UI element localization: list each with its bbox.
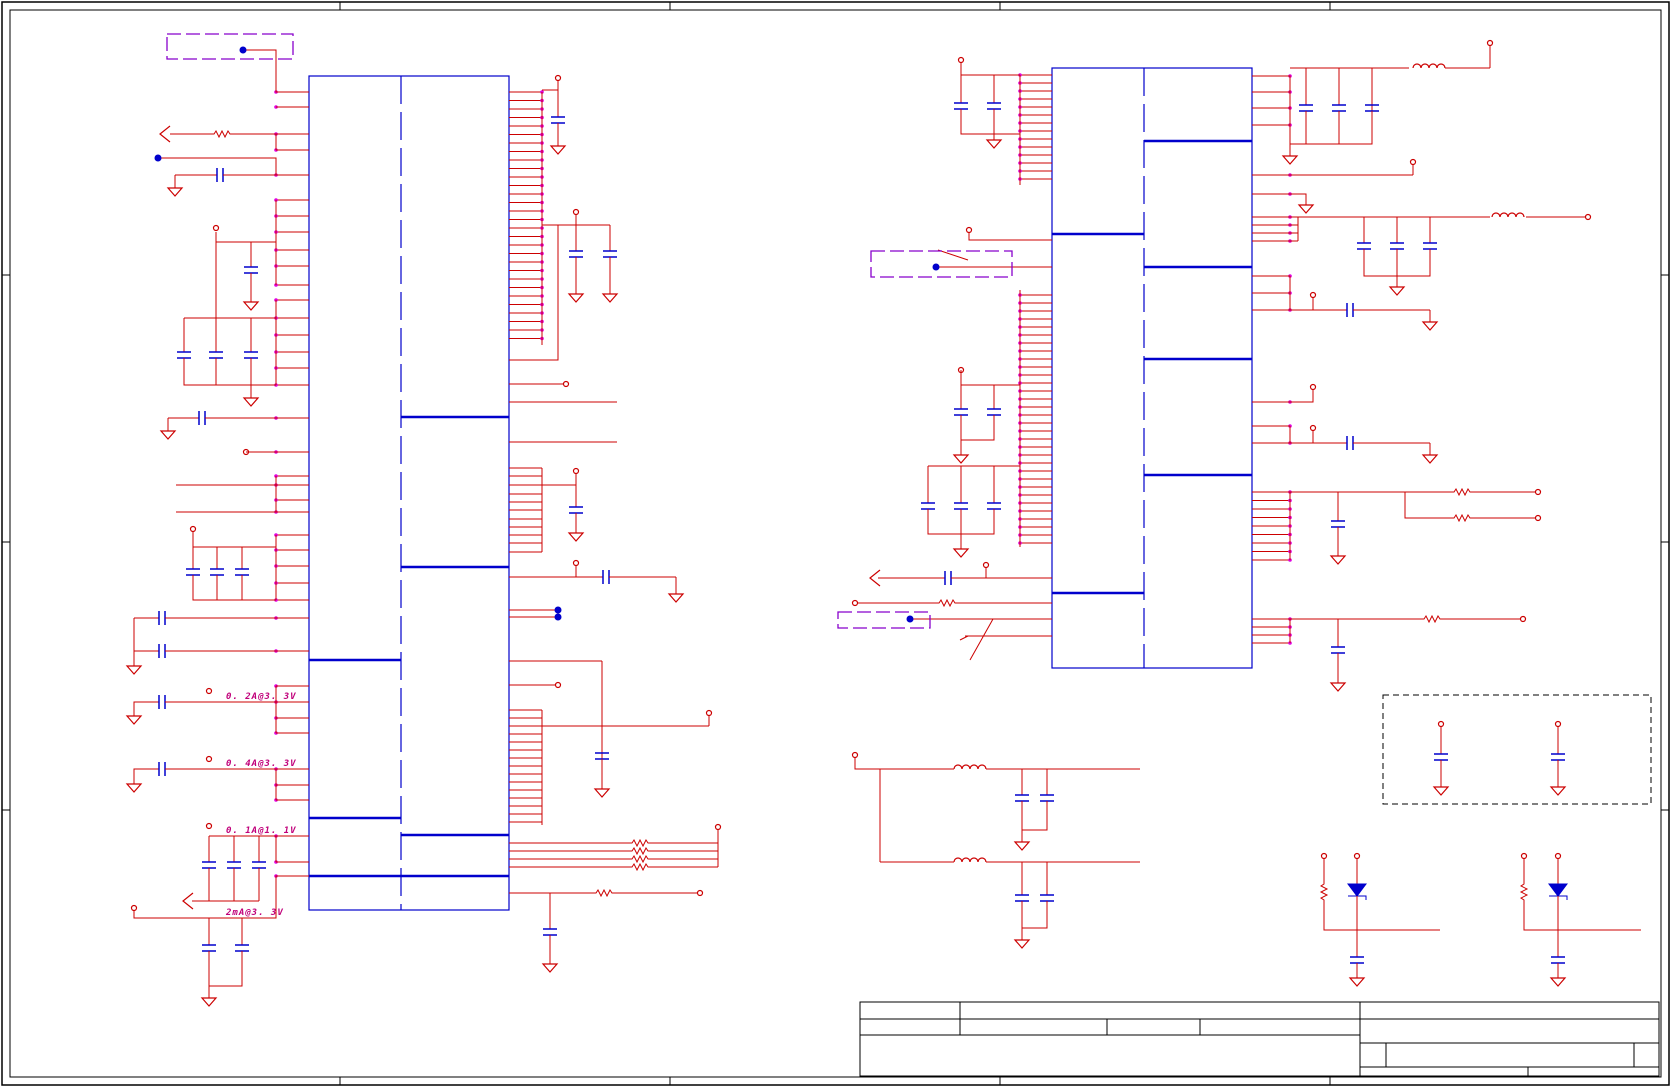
diode-icon (1347, 883, 1367, 897)
left-components (126, 33, 294, 1007)
right-ic-right-wiring (1252, 45, 1585, 677)
right-ic-pins-left (1018, 73, 1052, 545)
diode-circuit-a (1320, 852, 1440, 987)
current-note-d: 2mA@3. 3V (225, 908, 284, 918)
right-ic-left-wiring (858, 62, 1052, 661)
left-ic-right-components (542, 74, 722, 973)
right-ic-left-components (837, 56, 1013, 629)
left-ic-pins-right (509, 90, 544, 894)
test-point-icon (239, 46, 247, 54)
diode-circuit-b (1520, 852, 1641, 987)
test-point-icon (906, 615, 914, 623)
test-point-icon (154, 154, 162, 162)
current-note-c: 0. 1A@1. 1V (226, 826, 297, 836)
current-note-b: 0. 4A@3. 3V (226, 759, 297, 769)
schematic-canvas: 0. 2A@3. 3V 0. 4A@3. 3V 0. 1A@1. 1V 2mA@… (1, 1, 1670, 1086)
left-wiring (133, 49, 309, 992)
sheet-frame (1, 1, 1670, 1086)
current-note-a: 0. 2A@3. 3V (226, 692, 297, 702)
right-ic-body (1051, 67, 1253, 669)
filter-components (851, 751, 1055, 949)
filter-block (854, 757, 1140, 934)
keepout-area (837, 611, 931, 629)
test-point-icon (932, 263, 940, 271)
current-annotations: 0. 2A@3. 3V 0. 4A@3. 3V 0. 1A@1. 1V 2mA@… (225, 692, 297, 918)
keepout-area (166, 33, 294, 60)
keepout-area (870, 250, 1013, 278)
test-point-icon (554, 606, 562, 614)
left-ic-body (308, 75, 510, 911)
diode-icon (1548, 883, 1568, 897)
test-point-icon (554, 613, 562, 621)
right-ic-right-components (1282, 39, 1592, 692)
decoupling-box (1382, 694, 1652, 805)
title-block (859, 1001, 1660, 1077)
